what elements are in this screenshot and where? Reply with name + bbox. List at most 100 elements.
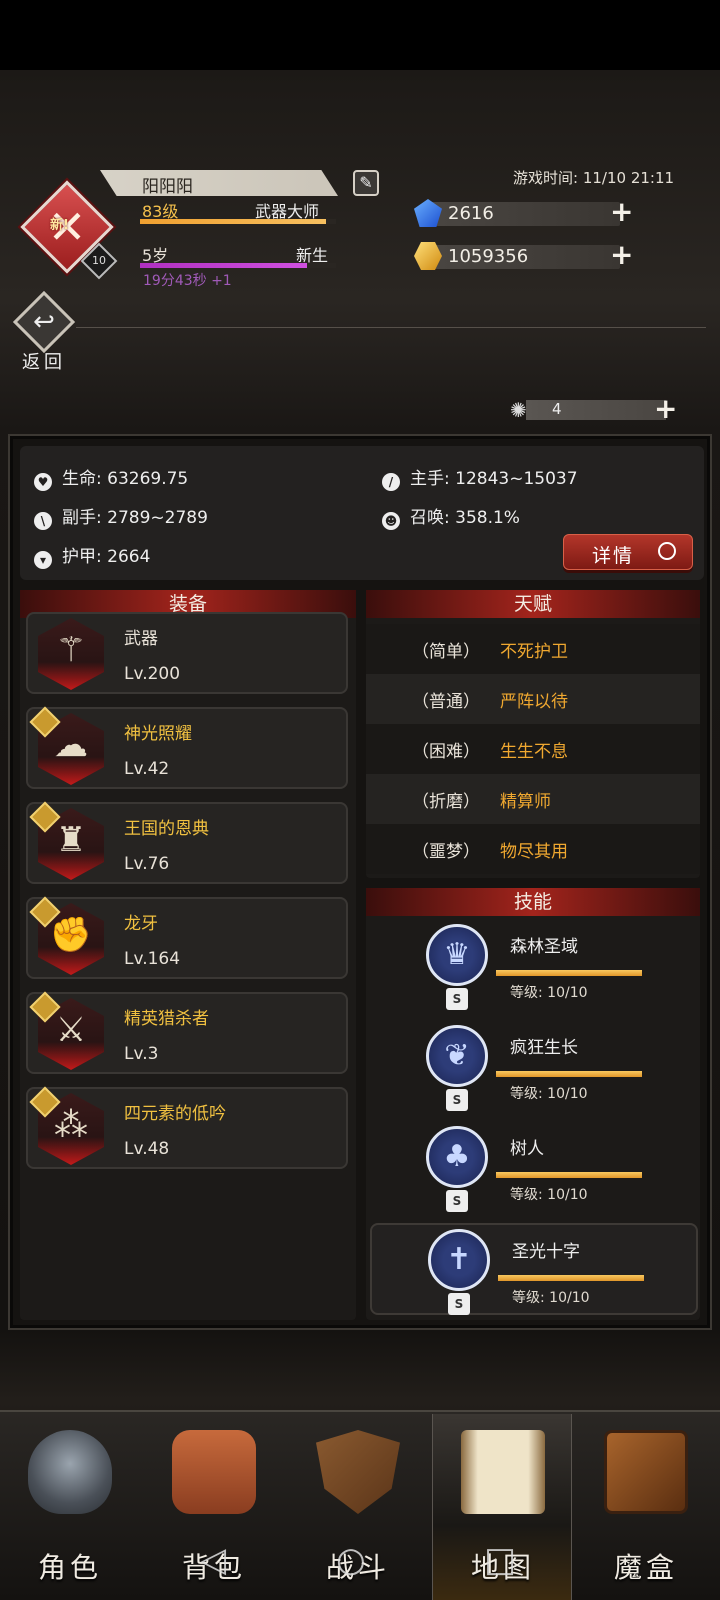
skill-progress-fill <box>498 1275 644 1281</box>
stamina-resource: ✺ 4 + <box>510 395 680 423</box>
system-home-icon[interactable]: ○ <box>336 1540 366 1580</box>
stat-off-hand: \ 副手: 2789~2789 <box>34 503 208 530</box>
name-plate <box>100 170 338 196</box>
cross-icon: ✝ <box>446 1242 472 1277</box>
summon-icon: ☻ <box>382 512 400 530</box>
skill-progress-bar <box>496 1071 642 1077</box>
gold-count: 1059356 <box>448 246 529 267</box>
stat-hp: ♥ 生命: 63269.75 <box>34 464 188 491</box>
talent-name: 不死护卫 <box>500 642 568 662</box>
back-button[interactable]: ↩ 返回 <box>12 290 76 373</box>
skill-rank-badge: S <box>446 1190 468 1212</box>
skill-progress-bar <box>496 970 642 976</box>
talent-difficulty: （困难） <box>412 742 480 762</box>
offhand-icon: \ <box>34 512 52 530</box>
edit-icon: ✎ <box>359 173 373 192</box>
backpack-icon <box>172 1430 256 1514</box>
talent-difficulty: （折磨） <box>412 792 480 812</box>
talent-difficulty: （普通） <box>412 692 480 712</box>
equipment-slot[interactable]: ⚔ 精英猎杀者 Lv.3 <box>26 991 348 1074</box>
crown-icon: ♛ <box>443 937 471 972</box>
stat-armor: ▾ 护甲: 2664 <box>34 542 150 569</box>
equipment-level: Lv.3 <box>124 1044 159 1064</box>
details-label: 详情 <box>592 545 635 567</box>
stat-hp-text: 生命: 63269.75 <box>62 469 189 489</box>
talent-row[interactable]: （简单） 不死护卫 <box>366 624 700 674</box>
header-divider <box>76 327 706 328</box>
nav-tab-helmet[interactable]: 角色 <box>0 1414 140 1600</box>
skill-orb: ✝ <box>428 1229 490 1291</box>
skill-item[interactable]: ❦ S 疯狂生长等级: 10/10 <box>370 1021 698 1113</box>
equipment-level: Lv.42 <box>124 759 170 779</box>
skill-orb: ❦ <box>426 1025 488 1087</box>
stat-summon-text: 召唤: 358.1% <box>410 508 520 528</box>
skill-progress-bar <box>498 1275 644 1281</box>
skill-rank-badge: S <box>448 1293 470 1315</box>
new-tag: 新! <box>50 218 69 233</box>
skill-name: 森林圣域 <box>510 937 578 957</box>
add-gold-button[interactable]: + <box>610 241 633 269</box>
talent-row[interactable]: （噩梦） 物尽其用 <box>366 824 700 874</box>
nav-tab-magic-box[interactable]: 魔盒 <box>576 1414 716 1600</box>
add-gem-button[interactable]: + <box>610 198 633 226</box>
age-timer: 19分43秒 +1 <box>143 273 232 289</box>
level-progress-fill <box>140 219 327 224</box>
magic-box-icon <box>604 1430 688 1514</box>
equipment-name: 精英猎杀者 <box>124 1009 209 1029</box>
skill-level: 等级: 10/10 <box>512 1290 590 1306</box>
equipment-level: Lv.164 <box>124 949 181 969</box>
talent-title: 天赋 <box>366 590 700 618</box>
magnifier-icon <box>658 542 676 560</box>
talent-name: 严阵以待 <box>500 692 568 712</box>
equipment-slot[interactable]: ⚚ 武器 Lv.200 <box>26 612 348 694</box>
stat-off-hand-text: 副手: 2789~2789 <box>62 508 208 528</box>
skill-progress-fill <box>496 1172 642 1178</box>
skill-rank-badge: S <box>446 1089 468 1111</box>
heart-icon: ♥ <box>34 473 52 491</box>
equipment-slot[interactable]: ☁ 神光照耀 Lv.42 <box>26 706 348 789</box>
equipment-slot[interactable]: ♜ 王国的恩典 Lv.76 <box>26 801 348 884</box>
equipment-name: 龙牙 <box>124 914 158 934</box>
equipment-name: 王国的恩典 <box>124 819 209 839</box>
skill-progress-bar <box>496 1172 642 1178</box>
skill-level: 等级: 10/10 <box>510 1086 588 1102</box>
age-progress-bar <box>140 263 336 268</box>
emblem-level: 10 <box>92 254 106 267</box>
skill-orb: ♛ <box>426 924 488 986</box>
gem-resource: 2616 + <box>414 198 636 227</box>
equipment-icon-frame: ⚚ <box>38 618 104 690</box>
staff-icon: ⚚ <box>55 630 87 670</box>
skill-orb: ♣ <box>426 1126 488 1188</box>
edit-name-button[interactable]: ✎ <box>353 170 379 196</box>
talent-row[interactable]: （普通） 严阵以待 <box>366 674 700 724</box>
sword-icon: / <box>382 473 400 491</box>
equipment-name: 武器 <box>124 629 158 649</box>
tree-icon: ♣ <box>443 1139 471 1174</box>
details-button[interactable]: 详情 <box>563 534 693 570</box>
equipment-slot[interactable]: ⁂ 四元素的低吟 Lv.48 <box>26 1086 348 1169</box>
system-back-icon[interactable]: ◁ <box>200 1540 226 1580</box>
shield-sword-icon <box>316 1430 400 1514</box>
skill-item[interactable]: ♛ S 森林圣域 等级: 10/10 <box>370 920 698 1012</box>
talent-name: 精算师 <box>500 792 551 812</box>
game-time: 游戏时间: 11/10 21:11 <box>513 169 675 187</box>
level-progress-bar <box>140 219 336 224</box>
equipment-slot[interactable]: ✊ 龙牙 Lv.164 <box>26 896 348 979</box>
talent-row[interactable]: （困难） 生生不息 <box>366 724 700 774</box>
system-recents-icon[interactable]: □ <box>484 1540 516 1580</box>
talent-difficulty: （噩梦） <box>412 842 480 862</box>
skill-name: 疯狂生长 <box>510 1038 578 1058</box>
player-name: 阳阳阳 <box>142 177 193 197</box>
add-stamina-button[interactable]: + <box>654 395 677 423</box>
player-emblem[interactable]: ✕ 新! 10 <box>20 180 118 280</box>
skill-item[interactable]: ♣ S 树人 等级: 10/10 <box>370 1122 698 1214</box>
stamina-track <box>526 400 666 420</box>
skill-progress-fill <box>496 1071 642 1077</box>
skill-item[interactable]: ✝ S 圣光十字 等级: 10/10 <box>370 1223 698 1315</box>
equipment-name: 四元素的低吟 <box>124 1104 226 1124</box>
talent-name: 生生不息 <box>500 742 568 762</box>
talent-row[interactable]: （折磨） 精算师 <box>366 774 700 824</box>
skill-rank-badge: S <box>446 988 468 1010</box>
leaves-icon: ❦ <box>444 1038 470 1073</box>
gem-count: 2616 <box>448 203 494 224</box>
